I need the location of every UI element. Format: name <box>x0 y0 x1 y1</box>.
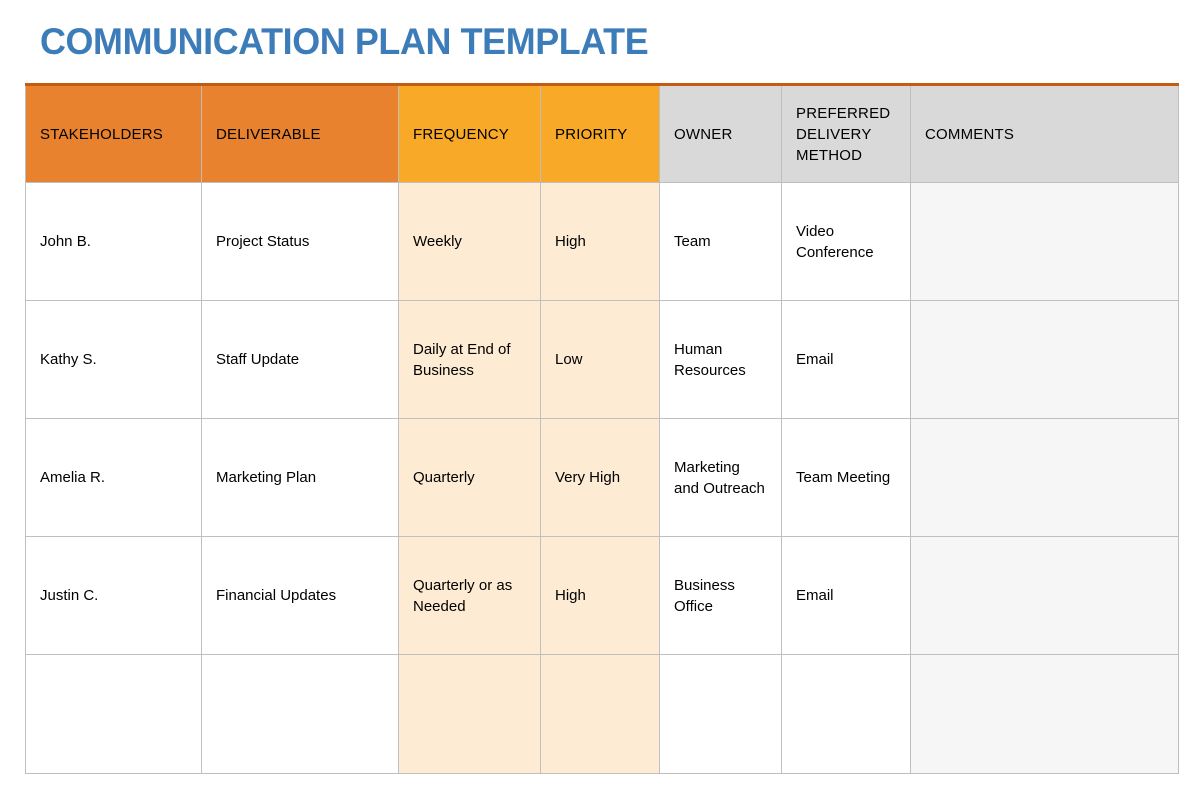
table-row: Amelia R. Marketing Plan Quarterly Very … <box>25 418 1179 537</box>
cell-preferred-delivery-method[interactable]: Email <box>781 300 911 419</box>
cell-comments[interactable] <box>910 300 1179 419</box>
cell-frequency[interactable]: Quarterly <box>398 418 541 537</box>
column-header-stakeholders: STAKEHOLDERS <box>25 84 202 183</box>
cell-stakeholders[interactable]: Amelia R. <box>25 418 202 537</box>
cell-comments[interactable] <box>910 182 1179 301</box>
table-body: John B. Project Status Weekly High Team … <box>25 182 1179 774</box>
table-row: Kathy S. Staff Update Daily at End of Bu… <box>25 300 1179 419</box>
column-header-deliverable: DELIVERABLE <box>201 84 399 183</box>
cell-comments[interactable] <box>910 418 1179 537</box>
cell-priority[interactable]: High <box>540 536 660 655</box>
cell-preferred-delivery-method[interactable] <box>781 654 911 774</box>
cell-deliverable[interactable] <box>201 654 399 774</box>
cell-priority[interactable]: Low <box>540 300 660 419</box>
cell-frequency[interactable]: Weekly <box>398 182 541 301</box>
cell-frequency[interactable] <box>398 654 541 774</box>
column-header-preferred-delivery-method: PREFERRED DELIVERY METHOD <box>781 84 911 183</box>
cell-owner[interactable]: Team <box>659 182 782 301</box>
cell-priority[interactable]: Very High <box>540 418 660 537</box>
cell-owner[interactable] <box>659 654 782 774</box>
cell-comments[interactable] <box>910 536 1179 655</box>
cell-deliverable[interactable]: Project Status <box>201 182 399 301</box>
cell-frequency[interactable]: Daily at End of Business <box>398 300 541 419</box>
cell-stakeholders[interactable]: Kathy S. <box>25 300 202 419</box>
cell-deliverable[interactable]: Staff Update <box>201 300 399 419</box>
communication-plan-table: STAKEHOLDERS DELIVERABLE FREQUENCY PRIOR… <box>25 83 1179 774</box>
cell-owner[interactable]: Human Resources <box>659 300 782 419</box>
cell-owner[interactable]: Business Office <box>659 536 782 655</box>
cell-comments[interactable] <box>910 654 1179 774</box>
document-page: COMMUNICATION PLAN TEMPLATE STAKEHOLDERS… <box>0 0 1203 800</box>
cell-deliverable[interactable]: Financial Updates <box>201 536 399 655</box>
cell-preferred-delivery-method[interactable]: Team Meeting <box>781 418 911 537</box>
column-header-comments: COMMENTS <box>910 84 1179 183</box>
cell-preferred-delivery-method[interactable]: Video Conference <box>781 182 911 301</box>
cell-deliverable[interactable]: Marketing Plan <box>201 418 399 537</box>
table-row <box>25 654 1179 774</box>
cell-priority[interactable] <box>540 654 660 774</box>
cell-frequency[interactable]: Quarterly or as Needed <box>398 536 541 655</box>
cell-stakeholders[interactable]: Justin C. <box>25 536 202 655</box>
cell-stakeholders[interactable] <box>25 654 202 774</box>
cell-owner[interactable]: Marketing and Outreach <box>659 418 782 537</box>
table-row: Justin C. Financial Updates Quarterly or… <box>25 536 1179 655</box>
communication-plan-table-wrapper: STAKEHOLDERS DELIVERABLE FREQUENCY PRIOR… <box>25 83 1179 774</box>
column-header-frequency: FREQUENCY <box>398 84 541 183</box>
table-header: STAKEHOLDERS DELIVERABLE FREQUENCY PRIOR… <box>25 84 1179 183</box>
cell-stakeholders[interactable]: John B. <box>25 182 202 301</box>
table-row: John B. Project Status Weekly High Team … <box>25 182 1179 301</box>
cell-preferred-delivery-method[interactable]: Email <box>781 536 911 655</box>
cell-priority[interactable]: High <box>540 182 660 301</box>
page-title: COMMUNICATION PLAN TEMPLATE <box>40 21 649 62</box>
table-header-row: STAKEHOLDERS DELIVERABLE FREQUENCY PRIOR… <box>25 84 1179 183</box>
column-header-priority: PRIORITY <box>540 84 660 183</box>
column-header-owner: OWNER <box>659 84 782 183</box>
